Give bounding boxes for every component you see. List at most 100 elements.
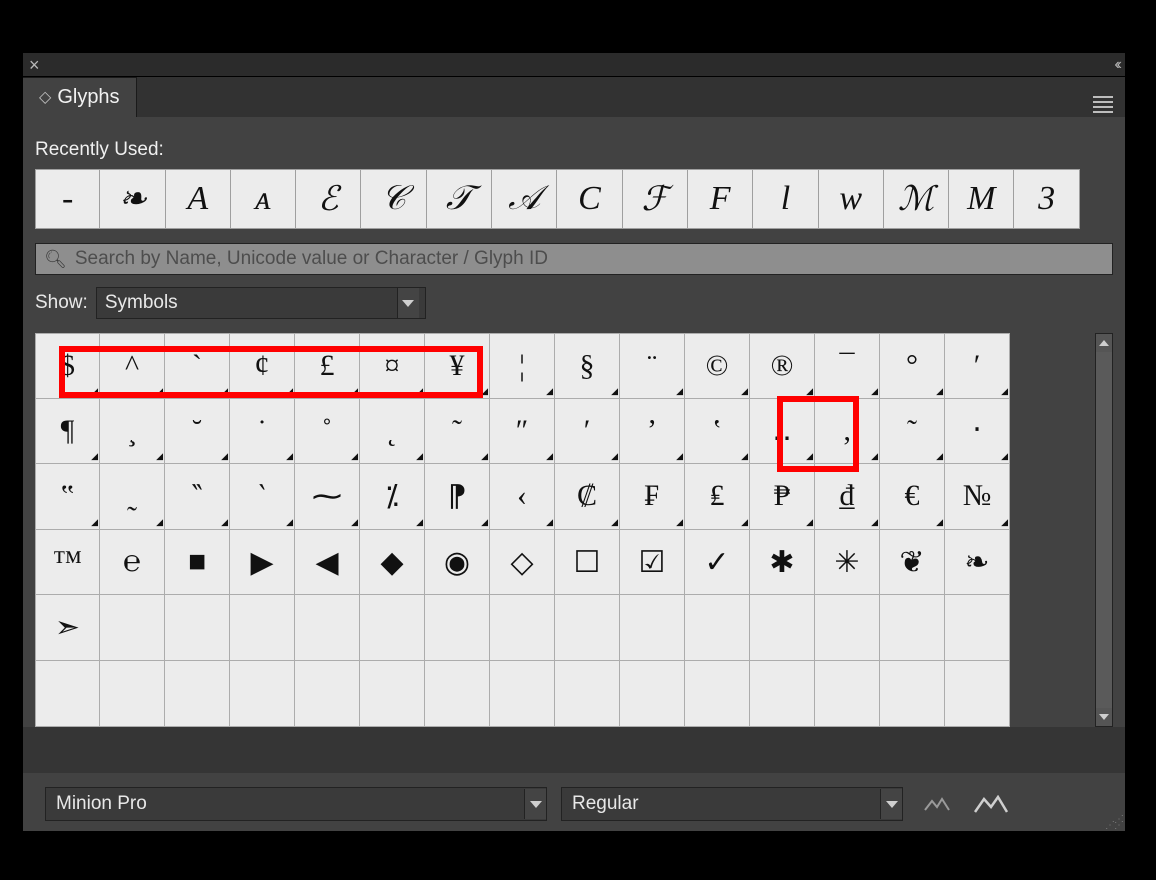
- glyph-cell[interactable]: ™: [35, 530, 100, 596]
- recent-glyph[interactable]: ᴀ: [231, 169, 296, 229]
- glyph-cell[interactable]: ‵◢: [230, 464, 295, 530]
- glyph-cell[interactable]: [945, 661, 1010, 727]
- glyph-cell[interactable]: ⁒◢: [360, 464, 425, 530]
- glyph-cell[interactable]: ¯◢: [815, 333, 880, 399]
- glyph-cell[interactable]: ▶: [230, 530, 295, 596]
- scrollbar[interactable]: [1095, 333, 1113, 727]
- glyph-cell[interactable]: ′◢: [945, 333, 1010, 399]
- glyph-cell[interactable]: ˚◢: [295, 399, 360, 465]
- glyph-cell[interactable]: [360, 661, 425, 727]
- scroll-down-button[interactable]: [1096, 708, 1112, 726]
- glyph-cell[interactable]: [620, 661, 685, 727]
- glyph-cell[interactable]: ‶◢: [165, 464, 230, 530]
- close-icon[interactable]: ×: [29, 56, 40, 74]
- glyph-cell[interactable]: ˷◢: [100, 464, 165, 530]
- zoom-out-button[interactable]: [917, 791, 957, 817]
- recent-glyph[interactable]: ❧: [100, 169, 165, 229]
- glyph-cell[interactable]: [230, 595, 295, 661]
- glyph-cell[interactable]: ʼ◢: [620, 399, 685, 465]
- glyph-cell[interactable]: ˛◢: [360, 399, 425, 465]
- glyph-cell[interactable]: [880, 661, 945, 727]
- glyph-cell[interactable]: [100, 595, 165, 661]
- glyph-cell[interactable]: №◢: [945, 464, 1010, 530]
- glyph-cell[interactable]: ‥◢: [750, 399, 815, 465]
- glyph-cell[interactable]: ₣◢: [620, 464, 685, 530]
- recent-glyph[interactable]: 𝒯: [427, 169, 492, 229]
- glyph-cell[interactable]: [295, 595, 360, 661]
- glyph-cell[interactable]: ◇: [490, 530, 555, 596]
- glyph-cell[interactable]: ✓: [685, 530, 750, 596]
- recent-glyph[interactable]: C: [557, 169, 622, 229]
- font-style-dropdown[interactable]: Regular: [561, 787, 903, 821]
- glyph-cell[interactable]: [425, 595, 490, 661]
- glyph-cell[interactable]: ☑: [620, 530, 685, 596]
- glyph-cell[interactable]: $◢: [35, 333, 100, 399]
- glyph-cell[interactable]: ■: [165, 530, 230, 596]
- recent-glyph[interactable]: F: [688, 169, 753, 229]
- glyph-cell[interactable]: [620, 595, 685, 661]
- scroll-track[interactable]: [1096, 352, 1112, 708]
- recent-glyph[interactable]: M: [949, 169, 1014, 229]
- glyph-cell[interactable]: [555, 661, 620, 727]
- glyph-cell[interactable]: ◆: [360, 530, 425, 596]
- glyph-cell[interactable]: [685, 661, 750, 727]
- glyph-cell[interactable]: ₡◢: [555, 464, 620, 530]
- glyph-cell[interactable]: ¶◢: [35, 399, 100, 465]
- glyph-cell[interactable]: ◉: [425, 530, 490, 596]
- glyph-cell[interactable]: [555, 595, 620, 661]
- search-field[interactable]: 🔍︎: [35, 243, 1113, 275]
- glyph-cell[interactable]: £◢: [295, 333, 360, 399]
- recent-glyph[interactable]: ℳ: [884, 169, 949, 229]
- glyph-cell[interactable]: ‚◢: [815, 399, 880, 465]
- tab-glyphs[interactable]: ◇ Glyphs: [23, 77, 137, 117]
- glyph-cell[interactable]: [360, 595, 425, 661]
- glyph-cell[interactable]: ℮: [100, 530, 165, 596]
- recent-glyph[interactable]: ℱ: [623, 169, 688, 229]
- scroll-thumb[interactable]: [1096, 352, 1112, 708]
- glyph-cell[interactable]: [880, 595, 945, 661]
- glyph-cell[interactable]: [100, 661, 165, 727]
- glyph-cell[interactable]: ¨◢: [620, 333, 685, 399]
- glyph-cell[interactable]: ⁓◢: [295, 464, 360, 530]
- glyph-cell[interactable]: ☐: [555, 530, 620, 596]
- glyph-cell[interactable]: ©◢: [685, 333, 750, 399]
- glyph-cell[interactable]: [815, 595, 880, 661]
- glyph-cell[interactable]: ʽ◢: [685, 399, 750, 465]
- glyph-cell[interactable]: ¤◢: [360, 333, 425, 399]
- glyph-cell[interactable]: ✱: [750, 530, 815, 596]
- glyph-cell[interactable]: °◢: [880, 333, 945, 399]
- glyph-cell[interactable]: §◢: [555, 333, 620, 399]
- glyph-cell[interactable]: ₱◢: [750, 464, 815, 530]
- glyph-cell[interactable]: ʹ◢: [555, 399, 620, 465]
- recent-glyph[interactable]: A: [166, 169, 231, 229]
- glyph-cell[interactable]: ⁋◢: [425, 464, 490, 530]
- zoom-in-button[interactable]: [971, 791, 1011, 817]
- glyph-cell[interactable]: ˜◢: [880, 399, 945, 465]
- glyph-cell[interactable]: [165, 595, 230, 661]
- search-input[interactable]: [75, 248, 1104, 270]
- glyph-cell[interactable]: ₤◢: [685, 464, 750, 530]
- glyph-cell[interactable]: ^◢: [100, 333, 165, 399]
- glyph-cell[interactable]: `◢: [165, 333, 230, 399]
- glyph-cell[interactable]: ˜◢: [425, 399, 490, 465]
- recent-glyph[interactable]: 𝒜: [492, 169, 557, 229]
- glyph-cell[interactable]: ‟◢: [35, 464, 100, 530]
- glyph-cell[interactable]: ‧◢: [945, 399, 1010, 465]
- glyph-cell[interactable]: ➣: [35, 595, 100, 661]
- show-dropdown[interactable]: Symbols: [96, 287, 426, 319]
- glyph-cell[interactable]: [295, 661, 360, 727]
- glyph-cell[interactable]: ®◢: [750, 333, 815, 399]
- resize-grip-icon[interactable]: ⋰⋰⋰: [1105, 817, 1123, 829]
- glyph-cell[interactable]: ❧: [945, 530, 1010, 596]
- panel-menu-icon[interactable]: [1091, 92, 1115, 117]
- recent-glyph[interactable]: w: [819, 169, 884, 229]
- recent-glyph[interactable]: 𝒞: [361, 169, 426, 229]
- glyph-cell[interactable]: ˙◢: [230, 399, 295, 465]
- glyph-cell[interactable]: [685, 595, 750, 661]
- glyph-cell[interactable]: [750, 661, 815, 727]
- glyph-cell[interactable]: ″◢: [490, 399, 555, 465]
- glyph-cell[interactable]: ✳: [815, 530, 880, 596]
- glyph-cell[interactable]: ¦◢: [490, 333, 555, 399]
- glyph-cell[interactable]: [425, 661, 490, 727]
- font-family-dropdown[interactable]: Minion Pro: [45, 787, 547, 821]
